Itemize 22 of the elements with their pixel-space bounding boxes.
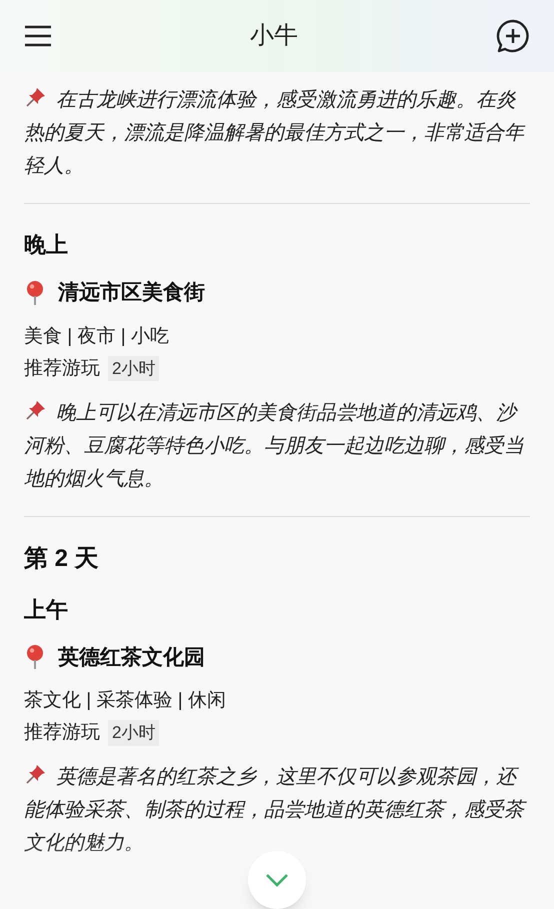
period-heading: 上午 (24, 596, 68, 622)
menu-icon[interactable] (24, 24, 52, 48)
chevron-down-icon (265, 873, 289, 887)
note-text: 晚上可以在清远市区的美食街品尝地道的清远鸡、沙河粉、豆腐花等特色小吃。与朋友一起边吃边聊，感受当地的烟火气息。 (24, 396, 530, 496)
note-text: 在古龙峡进行漂流体验，感受激流勇进的乐趣。在炎热的夏天，漂流是降温解暑的最佳方式之一，非常适合年轻人。 (24, 84, 530, 183)
tag-list: 美食 | 夜市 | 小吃 (24, 326, 169, 346)
place-name: 英德红茶文化园 (58, 644, 205, 670)
new-chat-icon[interactable] (496, 19, 530, 53)
place-name: 清远市区美食街 (58, 280, 205, 306)
duration-badge: 2小时 (108, 356, 160, 382)
location-pin-icon (24, 644, 46, 670)
day-heading: 第 2 天 (24, 544, 99, 572)
duration-label: 推荐游玩 (24, 356, 100, 380)
duration-badge: 2小时 (108, 720, 160, 746)
note-text: 英德是著名的红茶之乡，这里不仅可以参观茶园，还能体验采茶、制茶的过程，品尝地道的英德红茶，感受茶文化的魅力。 (24, 761, 530, 860)
chat-title: 小牛 (250, 21, 298, 51)
period-heading: 晚上 (24, 232, 68, 257)
duration-label: 推荐游玩 (24, 721, 100, 745)
pushpin-icon (24, 762, 48, 786)
tag-list: 茶文化 | 采茶体验 | 休闲 (24, 690, 226, 711)
pushpin-icon (24, 85, 48, 109)
location-pin-icon (24, 280, 46, 306)
